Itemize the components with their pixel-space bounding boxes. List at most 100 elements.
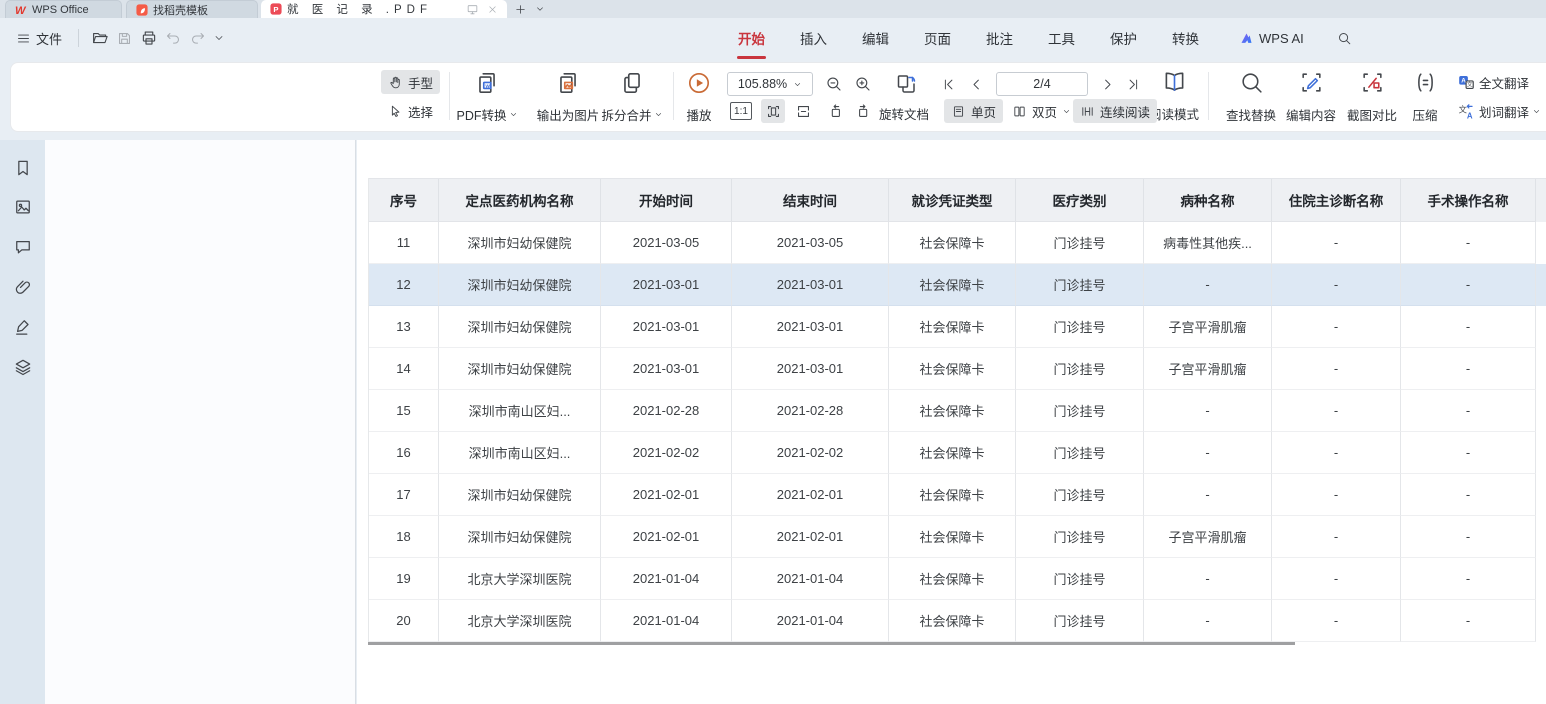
open-folder-icon[interactable] bbox=[91, 29, 109, 47]
cell: 深圳市南山区妇... bbox=[439, 390, 601, 432]
pdf-page-canvas[interactable]: 序号 定点医药机构名称 开始时间 结束时间 就诊凭证类型 医疗类别 病种名称 住… bbox=[357, 140, 1546, 704]
horizontal-scrollbar-thumb[interactable] bbox=[368, 642, 1295, 645]
find-replace-button[interactable]: 查找替换 bbox=[1219, 68, 1283, 126]
cell: 2021-03-01 bbox=[732, 348, 889, 390]
cell: - bbox=[1144, 390, 1272, 432]
first-page-button[interactable] bbox=[937, 72, 959, 96]
fit-width-button[interactable] bbox=[761, 99, 785, 123]
cell: - bbox=[1144, 474, 1272, 516]
double-page-button[interactable]: 双页 bbox=[1005, 99, 1078, 123]
header-credential-type: 就诊凭证类型 bbox=[889, 179, 1016, 222]
cell: 2021-01-04 bbox=[601, 558, 732, 600]
paperclip-icon bbox=[13, 277, 33, 297]
rotate-left-button[interactable] bbox=[823, 99, 847, 123]
cell: 门诊挂号 bbox=[1016, 600, 1144, 642]
edit-content-button[interactable]: 编辑内容 bbox=[1279, 68, 1343, 126]
window-tab-bar: W WPS Office 找稻壳模板 P 就 医 记 录 .PDF bbox=[0, 0, 1546, 18]
close-tab-icon[interactable] bbox=[487, 4, 498, 15]
rotate-doc-label[interactable]: 旋转文档 bbox=[879, 104, 929, 123]
menu-convert[interactable]: 转换 bbox=[1171, 24, 1200, 52]
chevron-down-icon[interactable] bbox=[213, 32, 225, 44]
menu-edit[interactable]: 编辑 bbox=[861, 24, 890, 52]
layers-panel-button[interactable] bbox=[13, 357, 35, 379]
menu-tools[interactable]: 工具 bbox=[1047, 24, 1076, 52]
full-translate-button[interactable]: A文 全文翻译 bbox=[1457, 73, 1529, 92]
split-merge-button[interactable]: 拆分合并 bbox=[595, 68, 669, 126]
last-page-button[interactable] bbox=[1122, 72, 1144, 96]
cell: 17 bbox=[369, 474, 439, 516]
single-page-button[interactable]: 单页 bbox=[944, 99, 1003, 123]
cell: 社会保障卡 bbox=[889, 264, 1016, 306]
undo-icon[interactable] bbox=[165, 30, 182, 47]
screen-cast-icon[interactable] bbox=[466, 3, 479, 16]
pdf-convert-label: PDF转换 bbox=[456, 105, 506, 124]
signature-panel-button[interactable] bbox=[13, 317, 35, 339]
tab-document-pdf[interactable]: P 就 医 记 录 .PDF bbox=[261, 0, 507, 18]
table-row: 17深圳市妇幼保健院2021-02-012021-02-01社会保障卡门诊挂号-… bbox=[369, 474, 1546, 516]
rotate-right-button[interactable] bbox=[851, 99, 875, 123]
tab-list-button[interactable] bbox=[530, 0, 550, 18]
comments-panel-button[interactable] bbox=[13, 237, 35, 259]
screenshot-compare-label: 截图对比 bbox=[1347, 105, 1397, 124]
tab-wps-office[interactable]: W WPS Office bbox=[5, 0, 122, 18]
cell: - bbox=[1401, 474, 1536, 516]
page-indicator: 2/4 bbox=[1033, 77, 1050, 91]
cell: 社会保障卡 bbox=[889, 516, 1016, 558]
word-translate-button[interactable]: 文A 划词翻译 bbox=[1457, 102, 1541, 121]
zoom-in-button[interactable] bbox=[851, 72, 875, 96]
menu-comment[interactable]: 批注 bbox=[985, 24, 1014, 52]
continuous-read-button[interactable]: 连续阅读 bbox=[1073, 99, 1157, 123]
menu-insert[interactable]: 插入 bbox=[799, 24, 828, 52]
rotate-pages-button[interactable] bbox=[892, 70, 920, 98]
cell: - bbox=[1401, 516, 1536, 558]
tab-docer-templates[interactable]: 找稻壳模板 bbox=[126, 0, 258, 18]
find-replace-label: 查找替换 bbox=[1226, 105, 1276, 124]
next-page-button[interactable] bbox=[1096, 72, 1118, 96]
fit-page-button[interactable] bbox=[791, 99, 815, 123]
zoom-out-button[interactable] bbox=[822, 72, 846, 96]
thumbnails-panel-button[interactable] bbox=[13, 197, 35, 219]
cell: 2021-03-05 bbox=[601, 222, 732, 264]
menu-page[interactable]: 页面 bbox=[923, 24, 952, 52]
print-icon[interactable] bbox=[140, 29, 158, 47]
quick-access-bar: 文件 bbox=[12, 18, 225, 58]
cell: 2021-02-28 bbox=[601, 390, 732, 432]
zoom-level-select[interactable]: 105.88% bbox=[727, 72, 813, 96]
double-page-icon bbox=[1012, 104, 1027, 119]
cell: - bbox=[1272, 558, 1401, 600]
redo-icon[interactable] bbox=[189, 30, 206, 47]
bookmarks-panel-button[interactable] bbox=[13, 158, 35, 180]
cell: 2021-02-02 bbox=[601, 432, 732, 474]
hand-tool-button[interactable]: 手型 bbox=[381, 70, 440, 94]
menu-protect[interactable]: 保护 bbox=[1109, 24, 1138, 52]
read-mode-button[interactable] bbox=[1161, 69, 1188, 100]
attachments-panel-button[interactable] bbox=[13, 277, 35, 299]
menu-row: 文件 开始 插入 编辑 页面 批注 工具 保护 转换 WPS AI bbox=[0, 18, 1546, 58]
actual-size-button[interactable]: 1:1 bbox=[730, 102, 752, 120]
cell: 11 bbox=[369, 222, 439, 264]
pdf-convert-button[interactable]: W PDF转换 bbox=[449, 68, 525, 126]
save-icon[interactable] bbox=[116, 30, 133, 47]
cell: 2021-01-04 bbox=[732, 558, 889, 600]
file-menu-button[interactable]: 文件 bbox=[12, 26, 66, 51]
cell bbox=[1536, 348, 1546, 390]
table-row: 19北京大学深圳医院2021-01-042021-01-04社会保障卡门诊挂号-… bbox=[369, 558, 1546, 600]
select-tool-button[interactable]: 选择 bbox=[381, 99, 440, 123]
prev-page-button[interactable] bbox=[965, 72, 987, 96]
compress-button[interactable]: 压缩 bbox=[1403, 68, 1447, 126]
new-tab-button[interactable] bbox=[510, 0, 530, 18]
medical-records-table: 序号 定点医药机构名称 开始时间 结束时间 就诊凭证类型 医疗类别 病种名称 住… bbox=[368, 178, 1546, 642]
hand-icon bbox=[388, 75, 403, 90]
cell: - bbox=[1272, 516, 1401, 558]
play-button[interactable]: 播放 bbox=[677, 68, 721, 126]
cell bbox=[1536, 222, 1546, 264]
play-label: 播放 bbox=[686, 105, 711, 124]
menu-home[interactable]: 开始 bbox=[737, 24, 766, 52]
full-translate-icon: A文 bbox=[1457, 73, 1476, 92]
page-number-input[interactable]: 2/4 bbox=[996, 72, 1088, 96]
search-icon[interactable] bbox=[1337, 31, 1352, 46]
cell: 深圳市南山区妇... bbox=[439, 432, 601, 474]
hamburger-icon bbox=[16, 31, 31, 46]
wps-ai-button[interactable]: WPS AI bbox=[1239, 31, 1304, 46]
screenshot-compare-button[interactable]: 截图对比 bbox=[1340, 68, 1404, 126]
